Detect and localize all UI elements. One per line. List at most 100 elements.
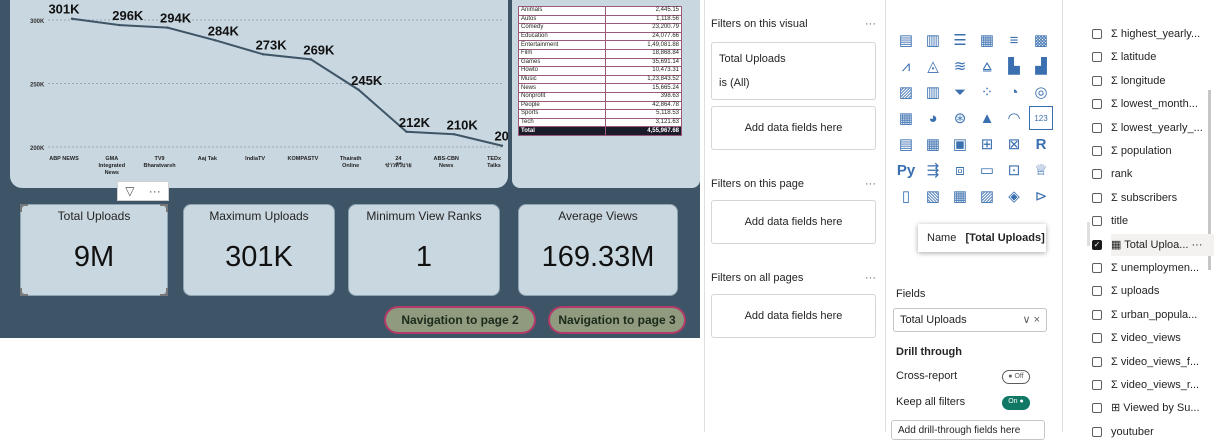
visual-type-icon[interactable]: ⏷: [948, 80, 972, 104]
visual-type-icon[interactable]: ▟: [1029, 54, 1053, 78]
drill-through-drop[interactable]: Add drill-through fields here: [891, 420, 1045, 440]
field-checkbox[interactable]: [1092, 29, 1102, 39]
data-field-item[interactable]: rank: [1111, 163, 1214, 185]
category-table-visual[interactable]: Animals 2,445.15 Autos 1,118.56 Comedy 23,200…: [512, 0, 700, 188]
selection-handle[interactable]: [20, 288, 28, 296]
data-field-item[interactable]: Σ population: [1111, 140, 1214, 162]
visual-type-icon[interactable]: ▦: [975, 28, 999, 52]
data-field-item[interactable]: ⊞ Viewed by Su...: [1111, 397, 1214, 419]
data-field-item[interactable]: Σ latitude: [1111, 46, 1214, 68]
data-field-item[interactable]: Σ urban_popula...: [1111, 304, 1214, 326]
field-checkbox[interactable]: [1092, 333, 1102, 344]
table-row[interactable]: Autos 1,118.56: [517, 14, 682, 25]
filter-icon[interactable]: ▽: [125, 184, 134, 198]
keep-filters-toggle[interactable]: On ●: [1002, 396, 1030, 410]
visual-type-icon[interactable]: ⧈: [948, 158, 972, 182]
visual-type-icon[interactable]: ⊠: [1002, 132, 1026, 156]
visual-type-icon[interactable]: ▭: [975, 158, 999, 182]
field-well-total-uploads[interactable]: Total Uploads ∨ ×: [893, 308, 1047, 332]
visual-type-icon[interactable]: ◠: [1002, 106, 1026, 130]
visual-type-icon[interactable]: ▨: [894, 80, 918, 104]
table-row[interactable]: Sports 5,118.53: [517, 109, 682, 119]
field-checkbox[interactable]: [1092, 356, 1102, 367]
visual-type-icon[interactable]: ◬: [921, 54, 945, 78]
visual-type-icon[interactable]: ◈: [1002, 184, 1026, 208]
field-checkbox[interactable]: [1092, 263, 1102, 273]
table-row[interactable]: People 42,864.78: [517, 100, 682, 111]
add-fields-visual-drop[interactable]: Add data fields here: [711, 106, 876, 150]
data-field-item[interactable]: Σ lowest_yearly_...: [1111, 117, 1214, 139]
visual-type-icon[interactable]: 123: [1029, 106, 1053, 130]
add-fields-page-drop[interactable]: Add data fields here: [711, 200, 876, 244]
visual-type-icon[interactable]: ⊞: [975, 132, 999, 156]
add-fields-all-pages-drop[interactable]: Add data fields here: [711, 294, 876, 338]
table-row[interactable]: Film 18,868.84: [517, 48, 682, 59]
visual-type-icon[interactable]: ⊳: [1029, 184, 1053, 208]
data-field-item[interactable]: Σ highest_yearly...: [1111, 23, 1214, 45]
field-checkbox[interactable]: [1092, 309, 1102, 320]
field-checkbox[interactable]: [1092, 122, 1102, 133]
field-checkbox[interactable]: [1092, 192, 1102, 203]
visual-type-icon[interactable]: ♕: [1029, 158, 1053, 182]
visual-type-icon[interactable]: Py: [894, 158, 918, 182]
table-row[interactable]: Tech 3,121.63: [517, 117, 682, 128]
visual-type-icon[interactable]: ▤: [894, 28, 918, 52]
visual-type-icon[interactable]: ≋: [948, 54, 972, 78]
data-field-item[interactable]: Σ uploads: [1111, 280, 1214, 302]
data-field-item[interactable]: Σ lowest_month...: [1111, 93, 1214, 115]
visual-type-icon[interactable]: ⊡: [1002, 158, 1026, 182]
visual-type-icon[interactable]: ▧: [921, 184, 945, 208]
field-checkbox[interactable]: [1092, 146, 1102, 156]
data-field-item[interactable]: title: [1111, 210, 1214, 232]
kpi-minimum-view-ranks[interactable]: Minimum View Ranks 1: [348, 204, 500, 296]
data-field-item[interactable]: Σ video_views_r...: [1111, 374, 1214, 396]
visual-type-icon[interactable]: ◎: [1029, 80, 1053, 104]
table-row[interactable]: News 15,665.24: [517, 83, 682, 93]
kpi-maximum-uploads[interactable]: Maximum Uploads 301K: [183, 204, 335, 296]
visual-type-icon[interactable]: ▦: [894, 106, 918, 130]
line-chart-visual[interactable]: 300K 250K 200K 301K ABP NEWS 296K GMA Integrate…: [10, 0, 526, 188]
data-field-item[interactable]: Σ longitude: [1111, 70, 1214, 92]
kpi-average-views[interactable]: Average Views 169.33M: [518, 204, 678, 296]
visual-type-icon[interactable]: ▯: [894, 184, 918, 208]
data-field-item[interactable]: Σ video_views_f...: [1111, 351, 1214, 373]
field-checkbox[interactable]: [1092, 216, 1102, 227]
table-row[interactable]: Nonprofit 398.63: [517, 91, 682, 102]
field-checkbox[interactable]: [1092, 99, 1102, 110]
table-row[interactable]: Games 35,691.14: [517, 57, 682, 68]
table-row[interactable]: Music 1,23,843.52: [517, 74, 682, 85]
table-row[interactable]: Comedy 23,200.79: [517, 23, 682, 33]
filter-card-total-uploads[interactable]: Total Uploads is (All): [711, 42, 876, 100]
visual-type-icon[interactable]: ▲: [975, 106, 999, 130]
field-checkbox[interactable]: [1092, 169, 1102, 180]
visual-type-icon[interactable]: ◕: [921, 106, 945, 130]
visual-type-icon[interactable]: ⁘: [975, 80, 999, 104]
visual-type-icon[interactable]: ▩: [1029, 28, 1053, 52]
field-checkbox[interactable]: ✓: [1092, 239, 1102, 250]
visual-type-icon[interactable]: ⊛: [948, 106, 972, 130]
visual-type-icon[interactable]: ▦: [948, 184, 972, 208]
field-checkbox[interactable]: [1092, 75, 1102, 86]
selection-handle[interactable]: [20, 204, 28, 212]
visual-type-icon[interactable]: ▥: [921, 80, 945, 104]
visual-type-icon[interactable]: ▥: [921, 28, 945, 52]
table-row[interactable]: Education 24,077.66: [517, 31, 682, 42]
visual-type-icon[interactable]: ▦: [921, 132, 945, 156]
visual-type-icon[interactable]: ▤: [894, 132, 918, 156]
visual-type-icon[interactable]: R: [1029, 132, 1053, 156]
table-row[interactable]: Entertainment 1,49,081.88: [517, 40, 682, 50]
more-options-icon[interactable]: ···: [865, 178, 876, 190]
kpi-total-uploads[interactable]: Total Uploads 9M: [20, 204, 168, 296]
table-row[interactable]: Howto 10,473.31: [517, 66, 682, 76]
field-checkbox[interactable]: [1092, 52, 1102, 63]
cross-report-toggle[interactable]: ● Off: [1002, 370, 1030, 384]
data-field-item[interactable]: Σ video_views: [1111, 327, 1214, 349]
field-well-controls[interactable]: ∨ ×: [1022, 309, 1040, 331]
data-field-item[interactable]: Σ unemploymen...: [1111, 257, 1214, 279]
more-options-icon[interactable]: ···: [149, 184, 161, 198]
selection-handle[interactable]: [160, 288, 168, 296]
visual-type-icon[interactable]: ≡: [1002, 28, 1026, 52]
visual-type-icon[interactable]: ⇶: [921, 158, 945, 182]
visual-type-icon[interactable]: ▙: [1002, 54, 1026, 78]
more-options-icon[interactable]: ···: [865, 272, 876, 284]
